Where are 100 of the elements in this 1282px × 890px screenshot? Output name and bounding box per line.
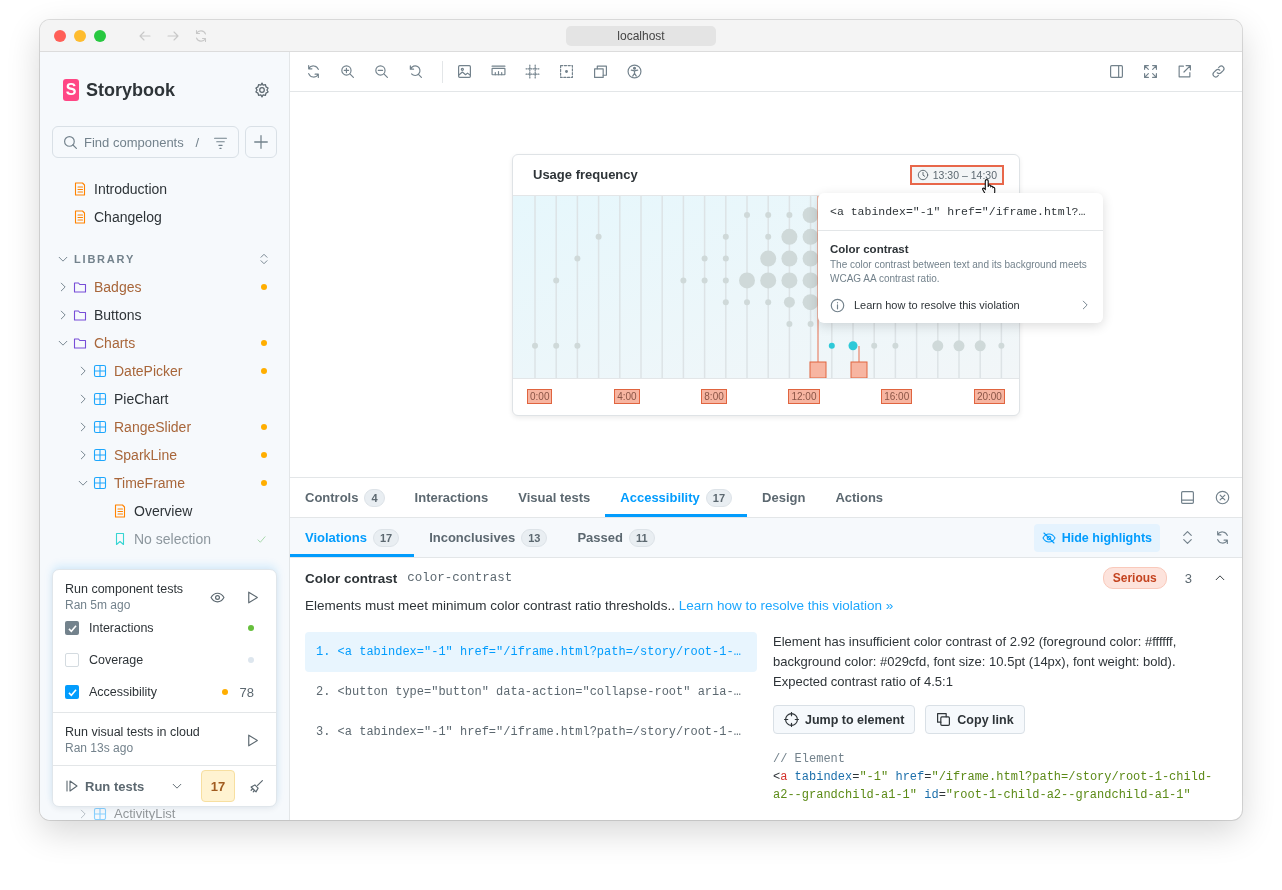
data-point bbox=[871, 342, 878, 349]
document-icon bbox=[73, 182, 87, 196]
tree-item[interactable]: SparkLine bbox=[40, 441, 289, 469]
zoom-in-icon[interactable] bbox=[340, 64, 355, 79]
data-point bbox=[744, 211, 750, 218]
learn-more-link[interactable]: Learn how to resolve this violation bbox=[830, 297, 1091, 313]
code-line: <a tabindex="-1" href="/iframe.html?path=/story/root-1-child- bbox=[773, 769, 1214, 786]
data-point bbox=[932, 339, 944, 351]
checkbox[interactable] bbox=[65, 685, 79, 699]
checkbox[interactable] bbox=[65, 653, 79, 667]
sidebar-item[interactable]: Introduction bbox=[40, 175, 289, 203]
violation-count: 3 bbox=[1184, 570, 1192, 586]
expand-collapse-icon[interactable] bbox=[1180, 530, 1195, 545]
copy-icon bbox=[936, 712, 952, 727]
search-icon bbox=[63, 134, 78, 150]
target-icon bbox=[784, 712, 799, 727]
jump-button[interactable]: Jump to element bbox=[773, 705, 916, 734]
reload-icon[interactable] bbox=[306, 64, 321, 79]
panel-tab[interactable]: Visual tests bbox=[503, 478, 606, 517]
time-range-button[interactable]: 13:30 – 14:30 bbox=[909, 164, 1004, 185]
data-point bbox=[680, 276, 687, 283]
close-icon[interactable] bbox=[1215, 490, 1230, 505]
tree-item[interactable]: TimeFrame bbox=[40, 469, 289, 497]
component-icon bbox=[93, 392, 107, 406]
component-icon bbox=[93, 807, 107, 820]
range-handle[interactable] bbox=[809, 361, 827, 378]
axis-label: 4:00 bbox=[615, 390, 639, 403]
close-window-button[interactable] bbox=[54, 29, 66, 42]
element-item[interactable]: 2. <button type="button" data-action="collapse-root" aria-… bbox=[305, 672, 757, 712]
element-item[interactable]: 3. <a tabindex="-1" href="/iframe.html?path=/story/root-1-… bbox=[305, 712, 757, 752]
bookmark-icon bbox=[113, 532, 127, 546]
external-link-icon[interactable] bbox=[1177, 64, 1192, 79]
results-tab[interactable]: Passed 11 bbox=[562, 518, 670, 557]
code-comment: // Element bbox=[773, 751, 846, 768]
data-point bbox=[802, 206, 819, 223]
data-point bbox=[786, 211, 793, 218]
image-icon[interactable] bbox=[457, 64, 472, 79]
sidebar-item[interactable]: Changelog bbox=[40, 203, 289, 231]
search-field[interactable]: Find components / bbox=[52, 126, 239, 158]
expand-collapse-icon[interactable] bbox=[258, 253, 270, 265]
option-label: Accessibility bbox=[89, 685, 159, 699]
zoom-reset-icon[interactable] bbox=[408, 64, 423, 79]
document-icon bbox=[73, 210, 87, 224]
play-icon[interactable] bbox=[245, 589, 260, 605]
run-tests-button[interactable]: Run tests bbox=[65, 778, 163, 794]
results-tab[interactable]: Inconclusives 13 bbox=[414, 518, 563, 557]
panel-tab[interactable]: Actions bbox=[820, 478, 899, 517]
tree-item[interactable]: Overview bbox=[40, 497, 289, 525]
tree-item[interactable]: PieChart bbox=[40, 385, 289, 413]
tree-item[interactable]: RangeSlider bbox=[40, 413, 289, 441]
rerun-icon[interactable] bbox=[1215, 530, 1230, 545]
layers-icon[interactable] bbox=[593, 64, 608, 79]
range-handle[interactable] bbox=[850, 361, 868, 378]
document-icon bbox=[113, 504, 127, 518]
sidebar-panel-icon[interactable] bbox=[1109, 64, 1124, 79]
grid-icon[interactable] bbox=[525, 64, 540, 79]
fullscreen-icon[interactable] bbox=[1143, 64, 1158, 79]
outline-icon[interactable] bbox=[559, 64, 574, 79]
tree-item[interactable]: ActivityList bbox=[40, 807, 289, 820]
tree-item[interactable]: No selection bbox=[40, 525, 289, 553]
section-heading: LIBRARY bbox=[74, 253, 137, 265]
data-point bbox=[781, 271, 798, 288]
zoom-out-icon[interactable] bbox=[374, 64, 389, 79]
data-point bbox=[974, 339, 986, 351]
rule-description: Elements must meet minimum color contrast ratio thresholds.. bbox=[305, 598, 675, 613]
tree-item[interactable]: Badges bbox=[40, 273, 289, 301]
option-label: Interactions bbox=[89, 621, 155, 635]
settings-icon[interactable] bbox=[254, 82, 270, 98]
tree-item[interactable]: DatePicker bbox=[40, 357, 289, 385]
code-line: a2--grandchild-a1-1" id="root-1-child-a2--grandchild-a1-1" bbox=[773, 787, 1192, 804]
link-icon[interactable] bbox=[1211, 64, 1226, 79]
folder-icon bbox=[73, 280, 87, 294]
results-tab[interactable]: Violations 17 bbox=[290, 518, 415, 557]
data-point bbox=[532, 342, 538, 349]
tree-item[interactable]: Charts bbox=[40, 329, 289, 357]
data-point bbox=[760, 271, 777, 288]
play-icon[interactable] bbox=[245, 732, 260, 748]
panel-tab[interactable]: Design bbox=[747, 478, 821, 517]
data-point bbox=[828, 342, 835, 349]
panel-tab[interactable]: Controls 4 bbox=[290, 478, 400, 517]
panel-position-icon[interactable] bbox=[1180, 490, 1195, 505]
test-title: Run visual tests in cloud bbox=[65, 725, 201, 739]
tree-item[interactable]: Buttons bbox=[40, 301, 289, 329]
panel-tab[interactable]: Interactions bbox=[399, 478, 504, 517]
violation-title: Color contrast bbox=[830, 242, 910, 255]
address-bar[interactable]: localhost bbox=[566, 25, 716, 46]
issue-count-badge[interactable]: 17 bbox=[201, 770, 235, 802]
accessibility-icon[interactable] bbox=[627, 64, 642, 79]
test-title: Run component tests bbox=[65, 582, 185, 596]
broom-icon[interactable] bbox=[249, 778, 264, 794]
element-code: <a tabindex="-1" href="/iframe.html?… bbox=[818, 192, 1103, 231]
data-point bbox=[574, 342, 581, 349]
data-point bbox=[765, 233, 772, 240]
test-timestamp: Ran 13s ago bbox=[65, 741, 135, 755]
zoom-window-button[interactable] bbox=[94, 29, 106, 42]
card-title: Usage frequency bbox=[533, 167, 639, 182]
rule-title: Color contrast bbox=[305, 570, 398, 586]
copy-button[interactable]: Copy link bbox=[925, 705, 1025, 734]
add-button[interactable] bbox=[245, 126, 277, 158]
info-icon bbox=[830, 297, 845, 313]
